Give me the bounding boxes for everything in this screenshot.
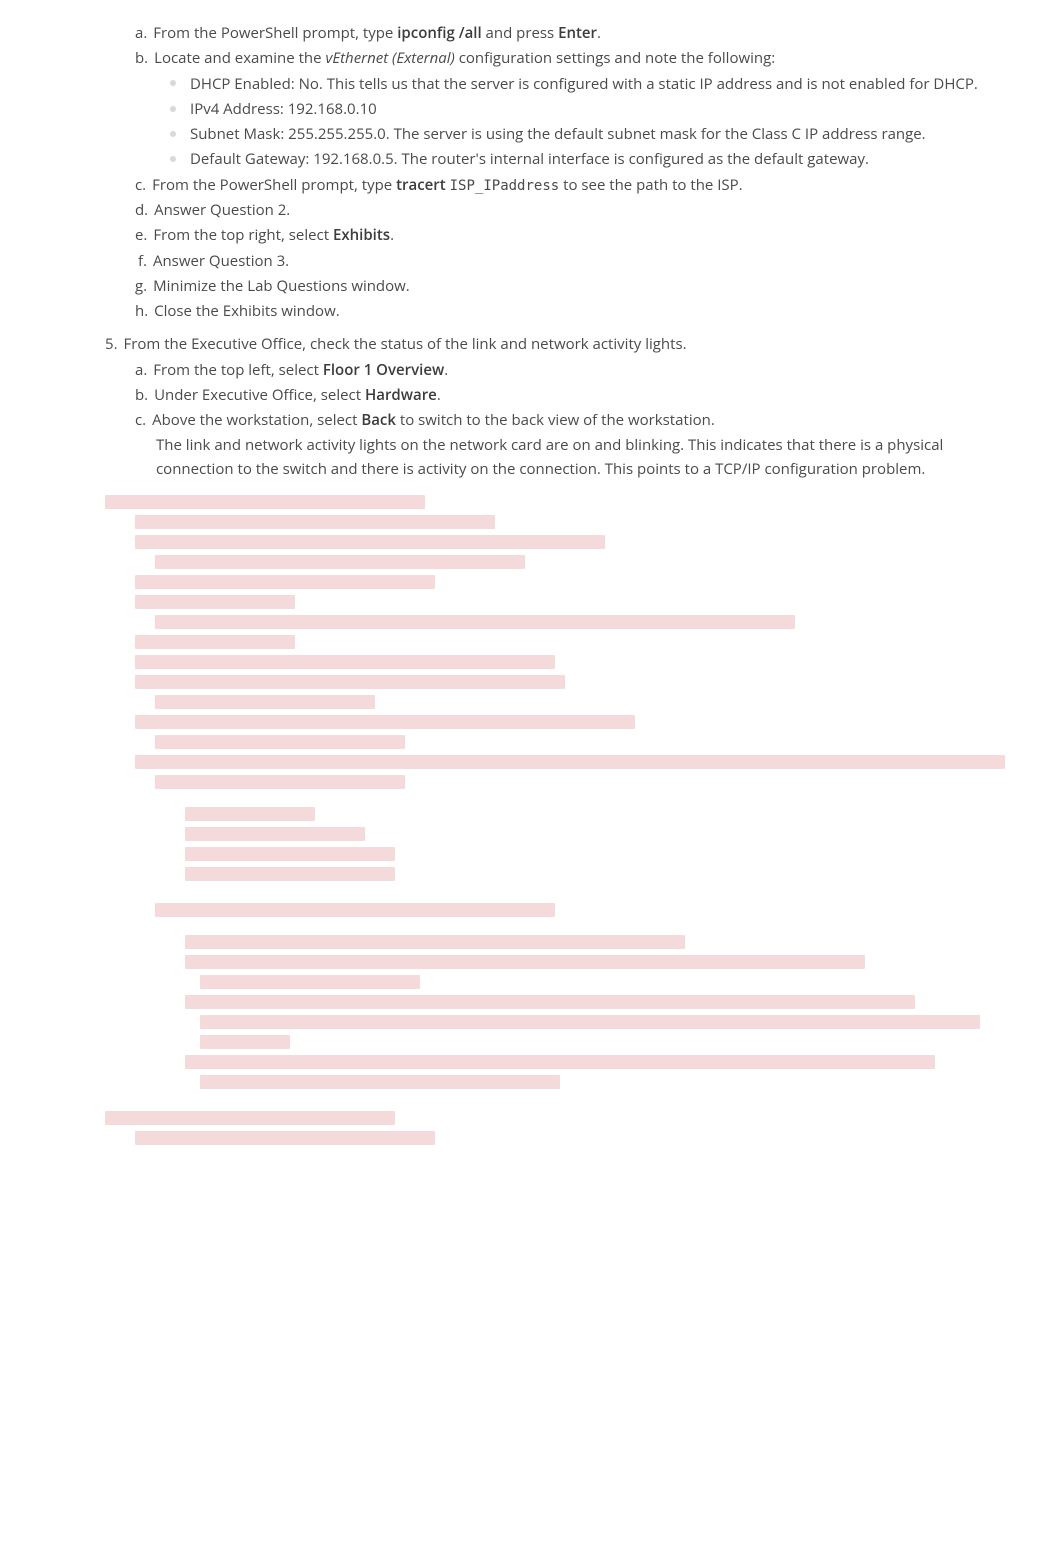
cmd-ipconfig: ipconfig /all <box>397 23 481 43</box>
bullet-text: Subnet Mask: 255.255.255.0. The server i… <box>190 124 926 144</box>
substep-a-marker: a. <box>135 22 147 45</box>
redacted-region <box>40 495 1022 1145</box>
substep-g-text: Minimize the Lab Questions window. <box>153 275 1022 298</box>
step5-c-content: Above the workstation, select Back to sw… <box>152 409 1022 432</box>
step5-c-marker: c. <box>135 409 146 432</box>
step5-b-marker: b. <box>135 384 148 407</box>
step5-b: b. Under Executive Office, select Hardwa… <box>135 384 1022 407</box>
back-label: Back <box>361 410 396 430</box>
text: . <box>597 23 601 43</box>
step5-c: c. Above the workstation, select Back to… <box>135 409 1022 432</box>
key-enter: Enter <box>558 23 597 43</box>
substep-f: f. Answer Question 3. <box>135 250 1022 273</box>
substep-a: a. From the PowerShell prompt, type ipco… <box>135 22 1022 45</box>
substep-f-marker: f. <box>138 250 147 273</box>
bullet-icon <box>170 99 190 119</box>
bullet-text: DHCP Enabled: No. This tells us that the… <box>190 74 978 94</box>
vethernet-name: vEthernet (External) <box>325 48 454 68</box>
substep-f-text: Answer Question 3. <box>153 250 1022 273</box>
step5-a: a. From the top left, select Floor 1 Ove… <box>135 359 1022 382</box>
step-5-marker: 5. <box>105 333 118 356</box>
step5-a-content: From the top left, select Floor 1 Overvi… <box>153 359 1022 382</box>
substep-c: c. From the PowerShell prompt, type trac… <box>135 174 1022 198</box>
bullet-subnet: Subnet Mask: 255.255.255.0. The server i… <box>170 123 1022 146</box>
text: Under Executive Office, select <box>154 385 365 405</box>
bullet-gateway: Default Gateway: 192.168.0.5. The router… <box>170 148 1022 171</box>
text: and press <box>482 23 558 43</box>
text: Above the workstation, select <box>152 410 361 430</box>
substep-g-marker: g. <box>135 275 147 298</box>
text: Locate and examine the <box>154 48 325 68</box>
bullet-dhcp: DHCP Enabled: No. This tells us that the… <box>170 73 1022 96</box>
substep-e: e. From the top right, select Exhibits. <box>135 224 1022 247</box>
document-page: a. From the PowerShell prompt, type ipco… <box>0 0 1062 1191</box>
bullet-icon <box>170 124 190 144</box>
hardware-label: Hardware <box>365 385 437 405</box>
text: . <box>390 225 394 245</box>
step5-b-content: Under Executive Office, select Hardware. <box>154 384 1022 407</box>
substep-e-content: From the top right, select Exhibits. <box>153 224 1022 247</box>
substep-d-marker: d. <box>135 199 148 222</box>
floor1-label: Floor 1 Overview <box>323 360 444 380</box>
text: From the PowerShell prompt, type <box>153 23 397 43</box>
text: to see the path to the ISP. <box>559 175 742 195</box>
substep-h-marker: h. <box>135 300 148 323</box>
substep-b: b. Locate and examine the vEthernet (Ext… <box>135 47 1022 70</box>
substep-d: d. Answer Question 2. <box>135 199 1022 222</box>
text: . <box>437 385 441 405</box>
step5-c-note: The link and network activity lights on … <box>156 434 1022 481</box>
bullet-ipv4: IPv4 Address: 192.168.0.10 <box>170 98 1022 121</box>
substep-b-content: Locate and examine the vEthernet (Extern… <box>154 47 1022 70</box>
exhibits-label: Exhibits <box>333 225 390 245</box>
substep-d-text: Answer Question 2. <box>154 199 1022 222</box>
bullet-icon <box>170 149 190 169</box>
substep-c-marker: c. <box>135 174 146 197</box>
substep-c-content: From the PowerShell prompt, type tracert… <box>152 174 1022 198</box>
substep-h-text: Close the Exhibits window. <box>154 300 1022 323</box>
substep-a-content: From the PowerShell prompt, type ipconfi… <box>153 22 1022 45</box>
substep-h: h. Close the Exhibits window. <box>135 300 1022 323</box>
substep-b-marker: b. <box>135 47 148 70</box>
text: configuration settings and note the foll… <box>455 48 775 68</box>
bullet-icon <box>170 74 190 94</box>
text: From the top right, select <box>153 225 333 245</box>
bullet-text: IPv4 Address: 192.168.0.10 <box>190 99 377 119</box>
text: . <box>444 360 448 380</box>
text: From the PowerShell prompt, type <box>152 175 396 195</box>
bullet-text: Default Gateway: 192.168.0.5. The router… <box>190 149 869 169</box>
text: to switch to the back view of the workst… <box>396 410 715 430</box>
cmd-arg: ISP_IPaddress <box>450 178 560 194</box>
step-5-text: From the Executive Office, check the sta… <box>124 333 1022 356</box>
step5-a-marker: a. <box>135 359 147 382</box>
text: From the top left, select <box>153 360 323 380</box>
step-5: 5. From the Executive Office, check the … <box>105 333 1022 356</box>
substep-g: g. Minimize the Lab Questions window. <box>135 275 1022 298</box>
cmd-tracert: tracert <box>396 175 446 195</box>
substep-e-marker: e. <box>135 224 147 247</box>
